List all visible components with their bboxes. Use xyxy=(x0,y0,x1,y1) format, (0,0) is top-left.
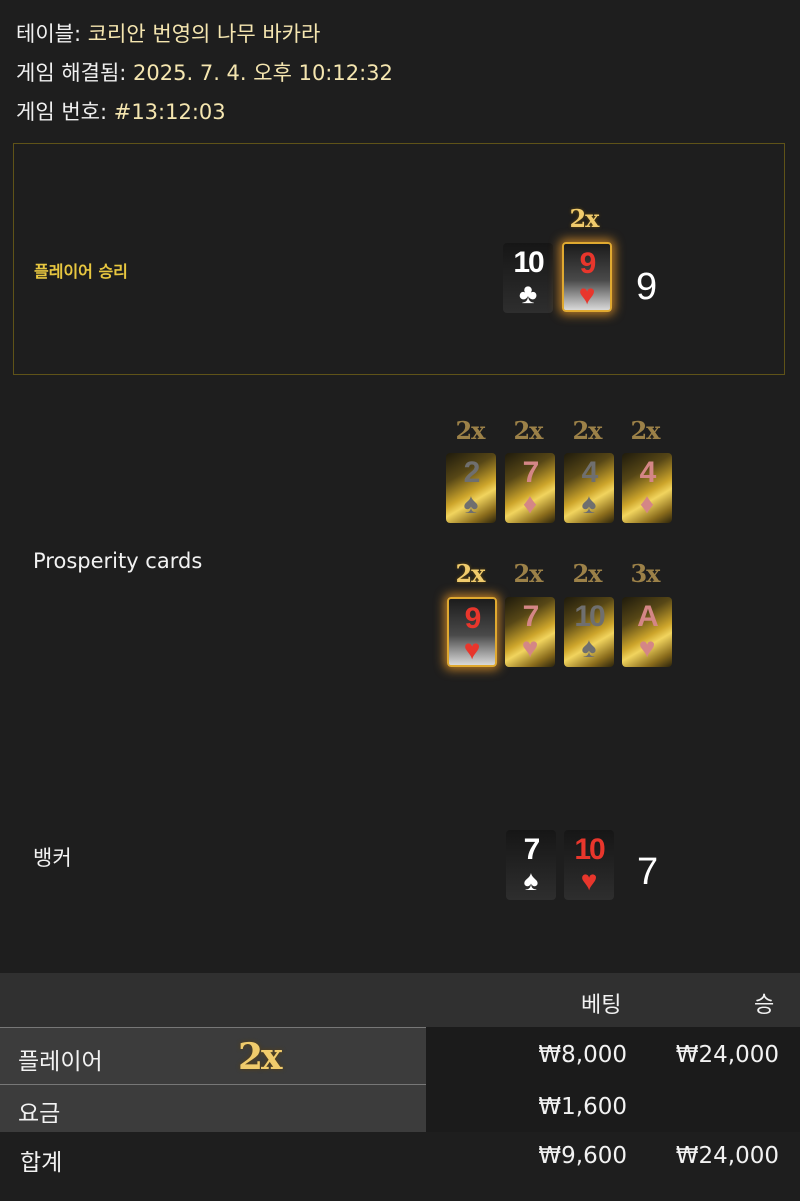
game-number-value: #13:12:03 xyxy=(113,100,226,124)
banker-label: 뱅커 xyxy=(33,846,72,870)
resolved-value: 2025. 7. 4. 오후 10:12:32 xyxy=(133,61,393,85)
prosperity-multiplier: 2x xyxy=(630,416,660,445)
heart-icon: ♥ xyxy=(521,632,539,663)
spade-icon: ♠ xyxy=(523,865,539,896)
card-rank: 10 xyxy=(574,600,605,633)
prosperity-multiplier: 2x xyxy=(572,416,602,445)
player-bet-label: 플레이어 xyxy=(18,1049,103,1075)
prosperity-multiplier: 3x xyxy=(630,559,660,588)
player-card-multiplier: 2x xyxy=(569,204,599,233)
prosperity-card: 4 ♠ xyxy=(564,453,614,523)
heart-icon: ♥ xyxy=(463,634,481,665)
player-score: 9 xyxy=(636,266,658,308)
table-header: 베팅 승 xyxy=(0,973,800,1027)
spade-icon: ♠ xyxy=(581,632,597,663)
prosperity-multiplier: 2x xyxy=(572,559,602,588)
prosperity-card-matched: 9 ♥ xyxy=(447,597,497,667)
banker-card-2: 10 ♥ xyxy=(564,830,614,900)
card-rank: 7 xyxy=(523,833,541,866)
card-rank: 4 xyxy=(581,456,599,489)
table-name-line: 테이블: 코리안 번영의 나무 바카라 xyxy=(16,18,320,48)
card-rank: 4 xyxy=(639,456,657,489)
fee-label: 요금 xyxy=(18,1101,61,1127)
player-win-amount: ₩24,000 xyxy=(675,1042,779,1068)
card-rank: 7 xyxy=(522,456,540,489)
heart-icon: ♥ xyxy=(578,279,596,310)
spade-icon: ♠ xyxy=(581,488,597,519)
player-bet-amount: ₩8,000 xyxy=(538,1042,627,1068)
diamond-icon: ♦ xyxy=(639,488,655,519)
prosperity-card: 7 ♥ xyxy=(505,597,555,667)
spade-icon: ♠ xyxy=(463,488,479,519)
total-bet-amount: ₩9,600 xyxy=(538,1143,627,1169)
player-bet-multiplier: 2x xyxy=(238,1036,282,1078)
player-card-1: 10 ♣ xyxy=(503,243,553,313)
fee-values-cell: ₩1,600 xyxy=(426,1084,800,1132)
card-rank: 9 xyxy=(579,247,597,280)
player-card-2: 9 ♥ xyxy=(562,242,612,312)
club-icon: ♣ xyxy=(518,278,538,309)
prosperity-card: 7 ♦ xyxy=(505,453,555,523)
card-rank: 10 xyxy=(574,833,605,866)
resolved-time-line: 게임 해결됨: 2025. 7. 4. 오후 10:12:32 xyxy=(16,57,393,87)
table-value: 코리안 번영의 나무 바카라 xyxy=(87,22,321,46)
banker-score: 7 xyxy=(637,851,659,893)
diamond-icon: ♦ xyxy=(522,488,538,519)
card-rank: 7 xyxy=(522,600,540,633)
prosperity-card: 10 ♠ xyxy=(564,597,614,667)
fee-amount: ₩1,600 xyxy=(538,1094,627,1120)
total-win-amount: ₩24,000 xyxy=(675,1143,779,1169)
prosperity-card: 2 ♠ xyxy=(446,453,496,523)
result-label: 플레이어 승리 xyxy=(34,262,128,281)
resolved-label: 게임 해결됨: xyxy=(16,61,127,85)
card-rank: 10 xyxy=(513,246,544,279)
game-number-line: 게임 번호: #13:12:03 xyxy=(16,96,226,126)
prosperity-label: Prosperity cards xyxy=(33,549,203,573)
player-bet-label-cell: 플레이어 2x xyxy=(0,1027,426,1084)
prosperity-multiplier: 2x xyxy=(513,559,543,588)
header-win: 승 xyxy=(754,993,775,1018)
prosperity-multiplier: 2x xyxy=(455,559,485,588)
total-label: 합계 xyxy=(20,1150,63,1176)
banker-card-1: 7 ♠ xyxy=(506,830,556,900)
card-rank: A xyxy=(637,600,659,633)
prosperity-multiplier: 2x xyxy=(455,416,485,445)
table-label: 테이블: xyxy=(16,22,82,46)
prosperity-multiplier: 2x xyxy=(513,416,543,445)
game-number-label: 게임 번호: xyxy=(16,100,108,124)
total-row: 합계 ₩9,600 ₩24,000 xyxy=(0,1132,800,1201)
card-rank: 9 xyxy=(464,602,482,635)
result-box: 플레이어 승리 xyxy=(13,143,785,375)
card-rank: 2 xyxy=(463,456,481,489)
header-bet: 베팅 xyxy=(581,993,622,1018)
player-bet-values-cell: ₩8,000 ₩24,000 xyxy=(426,1027,800,1084)
prosperity-card: A ♥ xyxy=(622,597,672,667)
fee-label-cell: 요금 xyxy=(0,1084,426,1132)
heart-icon: ♥ xyxy=(580,865,598,896)
prosperity-card: 4 ♦ xyxy=(622,453,672,523)
heart-icon: ♥ xyxy=(638,632,656,663)
